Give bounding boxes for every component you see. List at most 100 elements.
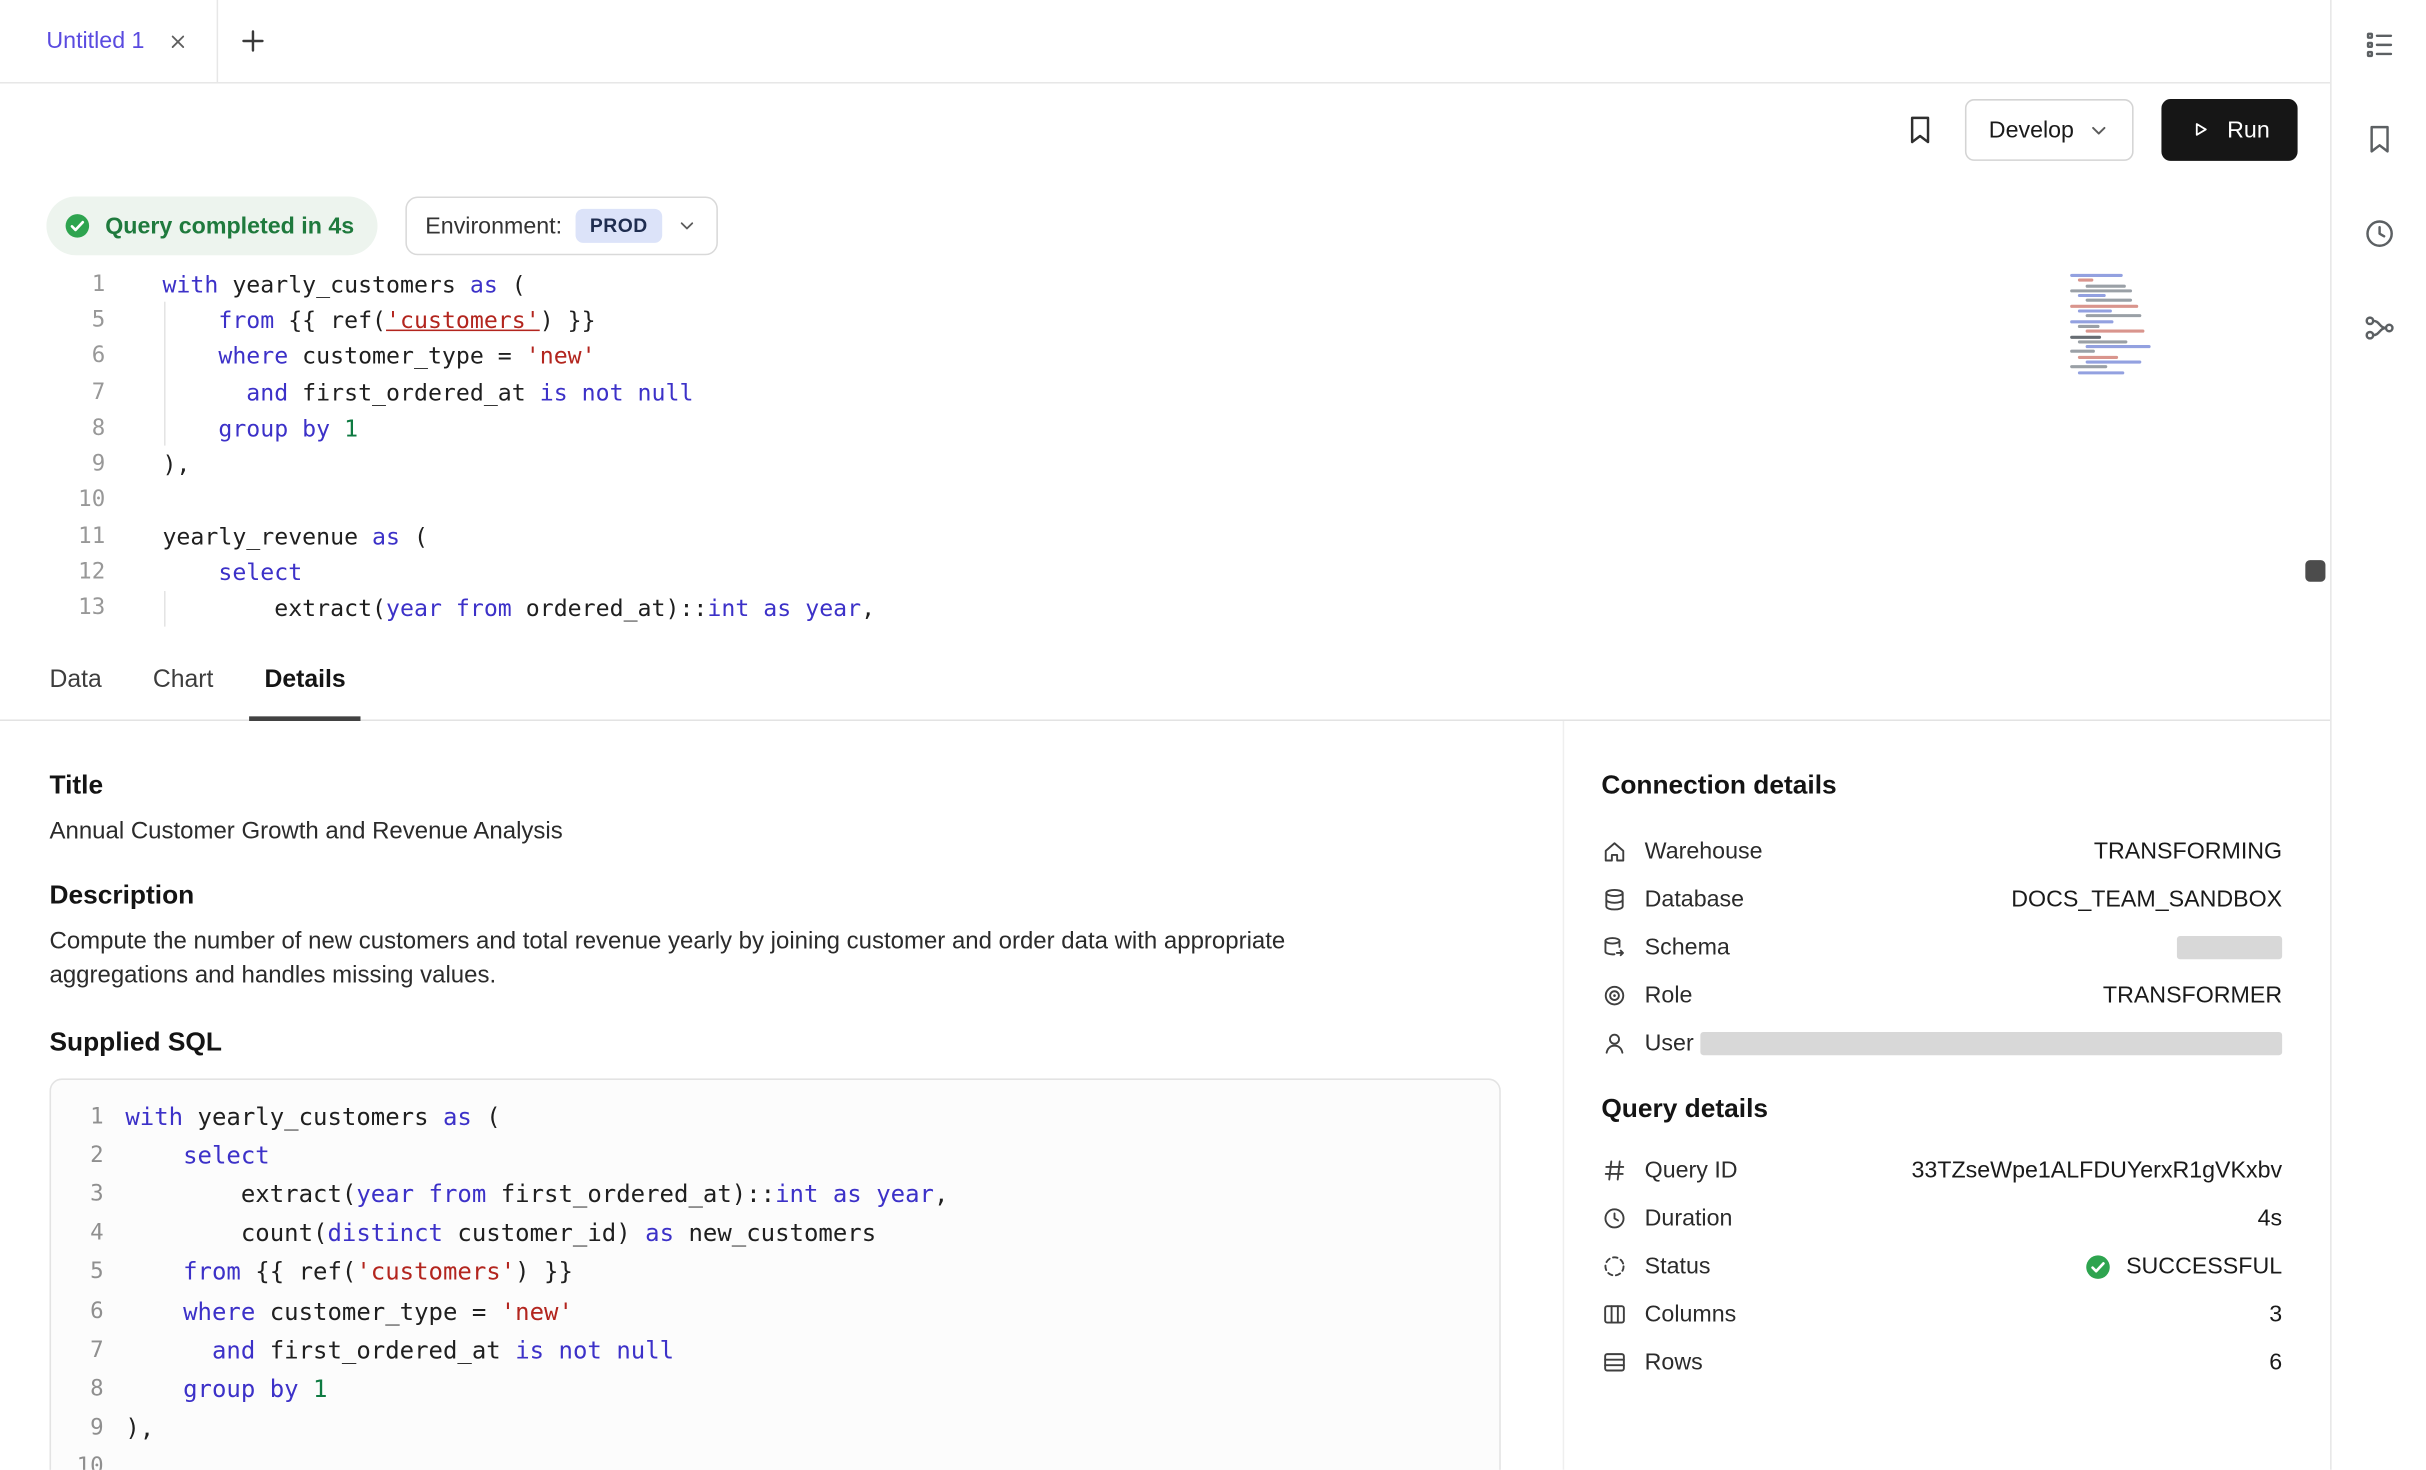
query-status-pill: Query completed in 4s <box>46 196 377 255</box>
minimap-line <box>2078 310 2112 313</box>
bookmark-icon[interactable] <box>1904 113 1938 147</box>
query-details-heading: Query details <box>1601 1094 2282 1125</box>
detail-value: 3 <box>2269 1301 2282 1327</box>
detail-value: 6 <box>2269 1349 2282 1375</box>
line-number: 11 <box>0 524 105 549</box>
detail-label: Status <box>1645 1253 1711 1279</box>
line-number: 6 <box>0 344 105 369</box>
develop-menu-button[interactable]: Develop <box>1966 99 2135 161</box>
role-icon <box>1601 982 1627 1008</box>
code-text: select <box>104 1141 270 1169</box>
code-text: extract(year from ordered_at)::int as ye… <box>105 595 875 623</box>
line-number: 8 <box>0 416 105 441</box>
details-left-column: Title Annual Customer Growth and Revenue… <box>50 721 1501 1470</box>
results-tab-details[interactable]: Details <box>249 642 361 719</box>
status-text: SUCCESSFUL <box>2126 1253 2282 1279</box>
description-heading: Description <box>50 880 1501 911</box>
detail-value: 4s <box>2258 1205 2283 1231</box>
connection-rows: WarehouseTRANSFORMINGDatabaseDOCS_TEAM_S… <box>1601 828 2282 1068</box>
title-heading: Title <box>50 771 1501 802</box>
minimap-line <box>2078 340 2128 343</box>
line-number: 9 <box>0 452 105 477</box>
lineage-icon[interactable] <box>2362 311 2396 345</box>
detail-value: TRANSFORMER <box>2103 982 2282 1008</box>
supplied-sql-block: 1with yearly_customers as (2 select3 ext… <box>50 1078 1501 1469</box>
outline-list-icon[interactable] <box>2362 28 2396 62</box>
detail-label: Columns <box>1645 1301 1737 1327</box>
app-window: Untitled 1 Develop Run <box>0 0 2426 1470</box>
code-text: count(distinct customer_id) as new_custo… <box>104 1219 877 1247</box>
code-text: group by 1 <box>104 1375 328 1403</box>
minimap-line <box>2078 325 2100 328</box>
connection-row-role: RoleTRANSFORMER <box>1601 972 2282 1020</box>
minimap-line <box>2086 284 2126 287</box>
editor-line-12: 12 select <box>0 554 2330 590</box>
detail-label: Query ID <box>1645 1157 1738 1183</box>
run-button[interactable]: Run <box>2162 99 2297 161</box>
minimap-line <box>2078 294 2106 297</box>
detail-value: DOCS_TEAM_SANDBOX <box>2011 887 2282 913</box>
code-text: ), <box>104 1414 155 1442</box>
editor-line-1: 1with yearly_customers as ( <box>0 266 2330 302</box>
supplied-sql-line-10: 10 <box>51 1448 1499 1470</box>
editor-line-10: 10 <box>0 482 2330 518</box>
line-number: 1 <box>51 1104 104 1129</box>
code-text: with yearly_customers as ( <box>104 1103 501 1131</box>
supplied-sql-line-4: 4 count(distinct customer_id) as new_cus… <box>51 1214 1499 1253</box>
history-icon[interactable] <box>2362 217 2396 251</box>
detail-label: Duration <box>1645 1205 1733 1231</box>
minimap[interactable] <box>2070 274 2184 376</box>
code-text: and first_ordered_at is not null <box>104 1336 674 1364</box>
check-circle-icon <box>63 212 91 240</box>
warehouse-icon <box>1601 839 1627 865</box>
code-text: where customer_type = 'new' <box>104 1297 573 1325</box>
editor-scrollbar-thumb[interactable] <box>2305 560 2325 582</box>
supplied-sql-line-8: 8 group by 1 <box>51 1370 1499 1409</box>
right-sidebar <box>2330 0 2426 1470</box>
indent-guide <box>163 591 165 627</box>
code-text: extract(year from first_ordered_at)::int… <box>104 1180 949 1208</box>
code-text: where customer_type = 'new' <box>105 342 595 370</box>
query-row-columns: Columns 3 <box>1601 1290 2282 1338</box>
schema-icon <box>1601 935 1627 961</box>
environment-badge: PROD <box>576 209 662 243</box>
status-value: SUCCESSFUL <box>2084 1252 2282 1280</box>
supplied-sql-line-6: 6 where customer_type = 'new' <box>51 1292 1499 1331</box>
minimap-line <box>2078 279 2093 282</box>
title-value: Annual Customer Growth and Revenue Analy… <box>50 818 1501 846</box>
editor-tab-untitled[interactable]: Untitled 1 <box>0 0 219 82</box>
vertical-divider <box>1563 721 1565 1470</box>
line-number: 7 <box>51 1338 104 1363</box>
columns-icon <box>1601 1301 1627 1327</box>
connection-row-schema: Schema <box>1601 924 2282 972</box>
code-text: yearly_revenue as ( <box>105 523 428 551</box>
results-tab-chart[interactable]: Chart <box>137 642 228 719</box>
code-text: select <box>105 559 302 587</box>
query-rows: Query ID33TZseWpe1ALFDUYerxR1gVKxbv Durat… <box>1601 1146 2282 1386</box>
code-text: ), <box>105 450 190 478</box>
supplied-sql-line-1: 1with yearly_customers as ( <box>51 1097 1499 1136</box>
new-tab-button[interactable] <box>219 0 287 82</box>
status-row: Query completed in 4s Environment: PROD <box>46 196 717 255</box>
sql-editor[interactable]: 1with yearly_customers as (5 from {{ ref… <box>0 266 2330 642</box>
bookmark-icon[interactable] <box>2362 122 2396 156</box>
editor-line-5: 5 from {{ ref('customers') }} <box>0 302 2330 338</box>
detail-label: User <box>1645 1030 1694 1056</box>
supplied-sql-line-7: 7 and first_ordered_at is not null <box>51 1331 1499 1370</box>
environment-selector[interactable]: Environment: PROD <box>405 196 717 255</box>
line-number: 5 <box>51 1260 104 1285</box>
detail-value: TRANSFORMING <box>2094 839 2282 865</box>
code-text: group by 1 <box>105 414 358 442</box>
close-tab-icon[interactable] <box>168 30 190 52</box>
results-tab-data[interactable]: Data <box>34 642 117 719</box>
play-icon <box>2190 118 2213 141</box>
line-number: 2 <box>51 1143 104 1168</box>
minimap-line <box>2070 289 2132 292</box>
line-number: 13 <box>0 596 105 621</box>
code-text: from {{ ref('customers') }} <box>104 1258 573 1286</box>
detail-label: Rows <box>1645 1349 1703 1375</box>
minimap-line <box>2086 299 2132 302</box>
develop-label: Develop <box>1989 117 2074 143</box>
query-row-query-id: Query ID33TZseWpe1ALFDUYerxR1gVKxbv <box>1601 1146 2282 1194</box>
minimap-line <box>2078 371 2124 374</box>
